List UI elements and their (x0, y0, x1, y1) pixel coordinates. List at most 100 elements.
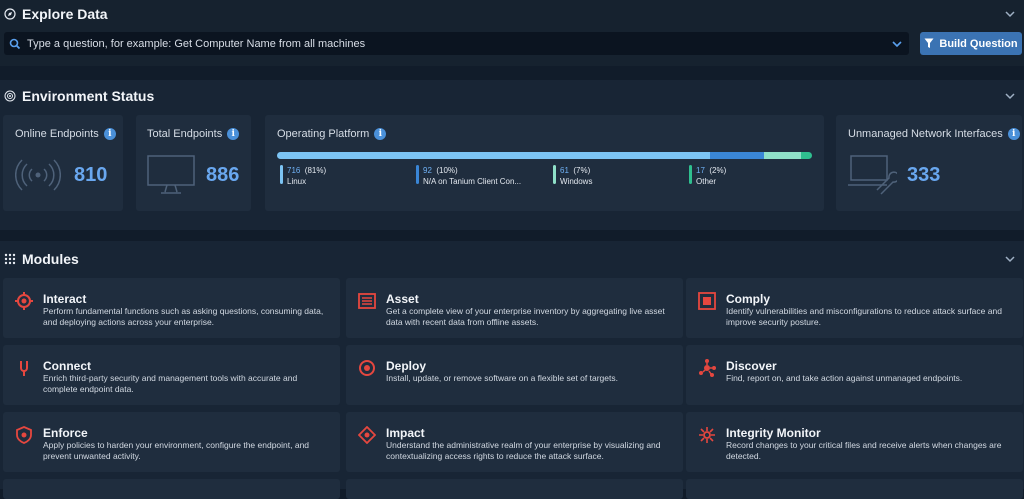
module-description: Record changes to your critical files an… (726, 440, 1002, 461)
info-icon[interactable]: i (227, 128, 240, 140)
online-endpoints-value: 810 (74, 164, 108, 186)
total-endpoints-card[interactable]: Total Endpoints i 886 (136, 115, 251, 211)
legend-platform-name: Linux (287, 177, 307, 186)
module-description: Install, update, or remove software on a… (386, 373, 618, 383)
explore-data-header[interactable]: Explore Data (0, 0, 1024, 28)
module-description: Enrich third-party security and manageme… (43, 373, 298, 394)
laptop-wrench-icon (848, 155, 897, 195)
unmanaged-interfaces-card[interactable]: Unmanaged Network Interfaces i 333 (836, 115, 1022, 211)
module-tile-interact[interactable]: Interact Perform fundamental functions s… (3, 278, 340, 338)
explore-data-title: Explore Data (22, 6, 108, 22)
module-tile-partial[interactable] (346, 479, 683, 499)
online-endpoints-card[interactable]: Online Endpoints i 810 (3, 115, 123, 211)
asset-icon (358, 293, 376, 309)
module-name: Discover (726, 359, 777, 373)
connect-icon (20, 361, 28, 376)
environment-status-header[interactable]: Environment Status (0, 82, 1024, 110)
unmanaged-interfaces-value: 333 (907, 164, 941, 186)
module-description: Apply policies to harden your environmen… (43, 440, 310, 461)
module-description: Understand the administrative realm of y… (386, 440, 661, 461)
build-question-button[interactable]: Build Question (920, 32, 1022, 55)
module-name: Enforce (43, 426, 88, 440)
legend-color-marker (416, 165, 419, 184)
total-endpoints-value: 886 (206, 164, 240, 186)
search-input[interactable] (25, 36, 879, 51)
collapse-chevron-icon[interactable] (1004, 253, 1016, 265)
search-icon (9, 38, 21, 49)
module-name: Asset (386, 292, 419, 306)
module-name: Deploy (386, 359, 427, 373)
info-icon[interactable]: i (374, 128, 387, 140)
legend-count: 92 (423, 166, 432, 175)
platform-bar-segment[interactable] (801, 152, 812, 159)
module-tile-integrity-monitor[interactable]: Integrity Monitor Record changes to your… (686, 412, 1023, 472)
info-icon[interactable]: i (1007, 128, 1020, 140)
module-tile-deploy[interactable]: Deploy Install, update, or remove softwa… (346, 345, 683, 405)
comply-icon (698, 292, 716, 310)
module-tile-connect[interactable]: Connect Enrich third-party security and … (3, 345, 340, 405)
module-tile-comply[interactable]: Comply Identify vulnerabilities and misc… (686, 278, 1023, 338)
search-bar (4, 32, 909, 55)
online-endpoints-label: Online Endpoints (15, 128, 99, 140)
legend-count: 716 (287, 166, 301, 175)
grid-icon (4, 253, 16, 265)
module-tile-partial[interactable] (3, 479, 340, 499)
build-question-label: Build Question (939, 37, 1018, 50)
legend-percent: (81%) (300, 166, 327, 175)
module-tile-enforce[interactable]: Enforce Apply policies to harden your en… (3, 412, 340, 472)
unmanaged-interfaces-label: Unmanaged Network Interfaces (848, 128, 1003, 140)
interact-icon (15, 292, 33, 310)
module-name: Integrity Monitor (726, 426, 821, 440)
monitor-icon (147, 155, 195, 194)
deploy-icon (359, 360, 375, 376)
module-tile-partial[interactable] (686, 479, 1023, 499)
legend-color-marker (553, 165, 556, 184)
platform-legend-item[interactable]: 716 (81%) Linux (280, 165, 326, 187)
legend-percent: (10%) (431, 166, 458, 175)
module-description: Identify vulnerabilities and misconfigur… (726, 306, 1002, 327)
operating-platform-label: Operating Platform (277, 128, 370, 140)
platform-legend-item[interactable]: 17 (2%) Other (689, 165, 726, 187)
legend-platform-name: Windows (560, 177, 593, 186)
legend-platform-name: N/A on Tanium Client Con... (423, 177, 522, 186)
collapse-chevron-icon[interactable] (1004, 8, 1016, 20)
module-tile-asset[interactable]: Asset Get a complete view of your enterp… (346, 278, 683, 338)
environment-icon (4, 90, 16, 102)
integrity-monitor-icon (699, 427, 715, 443)
legend-color-marker (689, 165, 692, 184)
info-icon[interactable]: i (103, 128, 116, 140)
legend-platform-name: Other (696, 177, 717, 186)
legend-percent: (2%) (704, 166, 727, 175)
legend-count: 61 (560, 166, 569, 175)
module-description: Get a complete view of your enterprise i… (386, 306, 665, 327)
impact-icon (358, 426, 376, 444)
enforce-icon (16, 426, 32, 444)
platform-legend-item[interactable]: 92 (10%) N/A on Tanium Client Con... (416, 165, 521, 187)
module-description: Perform fundamental functions such as as… (43, 306, 324, 327)
platform-distribution-bar[interactable] (277, 152, 812, 159)
module-tile-impact[interactable]: Impact Understand the administrative rea… (346, 412, 683, 472)
module-name: Comply (726, 292, 771, 306)
modules-title: Modules (22, 251, 79, 267)
module-tile-discover[interactable]: Discover Find, report on, and take actio… (686, 345, 1023, 405)
platform-legend-item[interactable]: 61 (7%) Windows (553, 165, 592, 187)
platform-bar-segment[interactable] (277, 152, 711, 159)
signal-icon (15, 159, 61, 191)
legend-color-marker (280, 165, 283, 184)
module-name: Interact (43, 292, 87, 306)
collapse-chevron-icon[interactable] (1004, 90, 1016, 102)
environment-status-title: Environment Status (22, 88, 155, 104)
filter-icon (924, 38, 934, 48)
platform-bar-segment[interactable] (710, 152, 764, 159)
module-name: Impact (386, 426, 425, 440)
module-description: Find, report on, and take action against… (726, 373, 963, 383)
compass-icon (4, 8, 16, 20)
discover-icon (699, 359, 716, 377)
platform-bar-segment[interactable] (763, 152, 802, 159)
dropdown-chevron-icon[interactable] (891, 38, 903, 50)
legend-count: 17 (696, 166, 705, 175)
modules-header[interactable]: Modules (0, 245, 1024, 273)
module-name: Connect (43, 359, 91, 373)
total-endpoints-label: Total Endpoints (147, 128, 223, 140)
operating-platform-card[interactable]: Operating Platform i (265, 115, 824, 211)
